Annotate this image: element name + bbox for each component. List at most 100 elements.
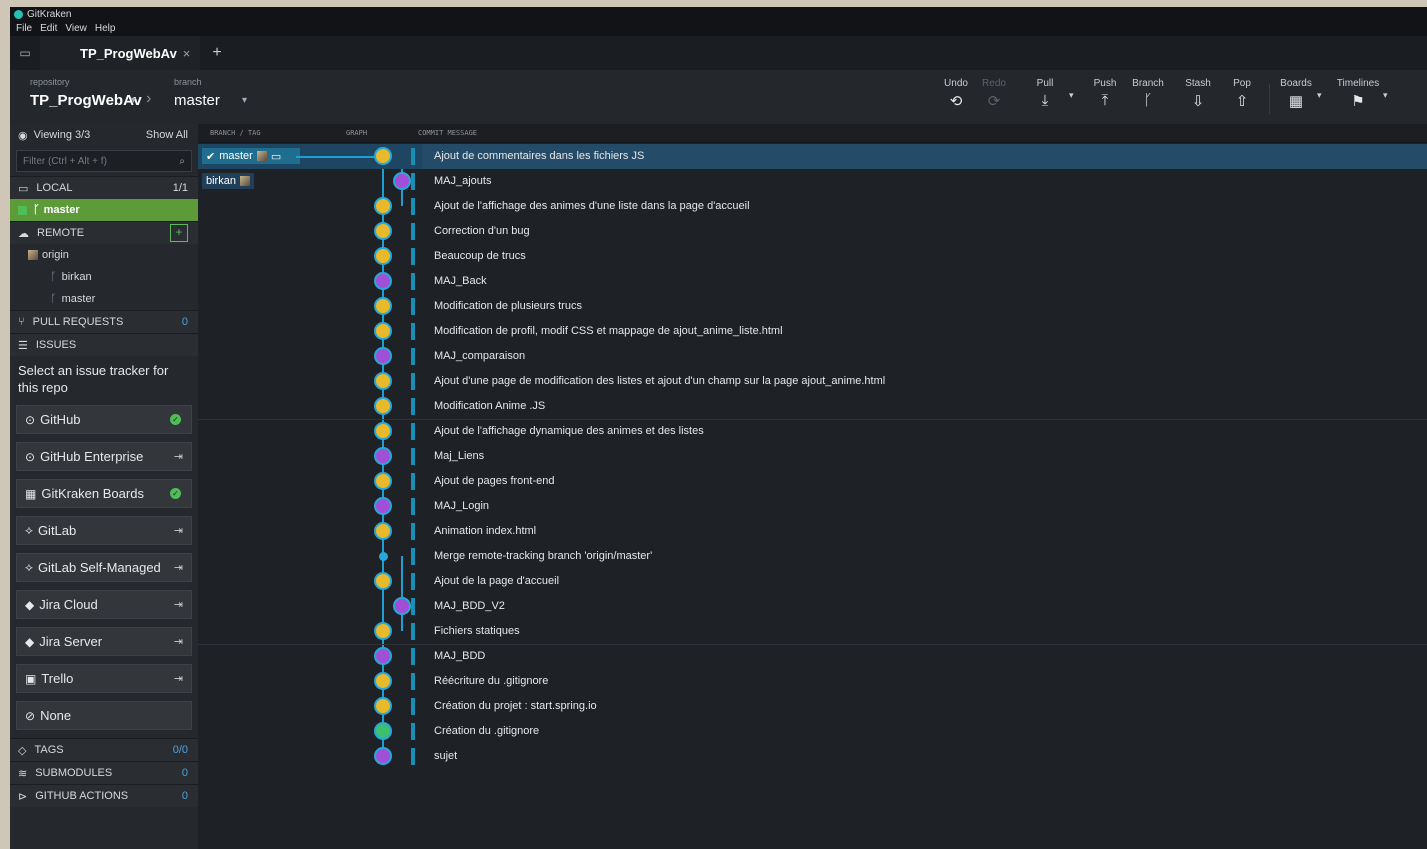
commit-avatar-node[interactable]	[374, 297, 392, 315]
commit-avatar-node[interactable]	[374, 372, 392, 390]
commit-avatar-node[interactable]	[374, 197, 392, 215]
commit-row[interactable]: Modification Anime .JS	[198, 394, 1427, 419]
chevron-down-icon[interactable]: ▾	[242, 95, 247, 106]
menu-edit[interactable]: Edit	[40, 23, 57, 34]
folder-icon[interactable]: ▭	[10, 46, 40, 60]
commit-row[interactable]: Ajout de la page d'accueil	[198, 569, 1427, 594]
ref-birkan[interactable]: birkan	[202, 173, 254, 189]
commit-avatar-node[interactable]	[374, 347, 392, 365]
branch-selector[interactable]: master	[174, 92, 220, 109]
remote-origin[interactable]: origin	[10, 244, 198, 266]
commit-avatar-node[interactable]	[374, 522, 392, 540]
commit-row[interactable]: Ajout de pages front-end	[198, 469, 1427, 494]
column-commit-message[interactable]: COMMIT MESSAGE	[418, 129, 477, 137]
commit-row[interactable]: Fichiers statiques	[198, 619, 1427, 644]
commit-row[interactable]: sujet	[198, 744, 1427, 769]
filter-input[interactable]: Filter (Ctrl + Alt + f) ⌕	[16, 150, 192, 172]
commit-avatar-node[interactable]	[374, 672, 392, 690]
tracker-github-enterprise[interactable]: ⊙ GitHub Enterprise ⇥	[16, 442, 192, 471]
commit-avatar-node[interactable]	[374, 722, 392, 740]
commit-row[interactable]: Création du projet : start.spring.io	[198, 694, 1427, 719]
column-branch-tag[interactable]: BRANCH / TAG	[210, 129, 261, 137]
commit-row[interactable]: Beaucoup de trucs	[198, 244, 1427, 269]
stash-button[interactable]: Stash ⇩	[1178, 78, 1218, 110]
commit-avatar-node[interactable]	[374, 422, 392, 440]
commit-row[interactable]: MAJ_Login	[198, 494, 1427, 519]
commit-row[interactable]: Animation index.html	[198, 519, 1427, 544]
commit-avatar-node[interactable]	[374, 222, 392, 240]
tracker-none[interactable]: ⊘ None	[16, 701, 192, 730]
commit-avatar-node[interactable]	[393, 172, 411, 190]
tags-section-header[interactable]: ◇ TAGS 0/0	[10, 738, 198, 761]
tab-repository[interactable]: TP_ProgWebAv ×	[40, 36, 201, 70]
redo-button[interactable]: Redo ⟳	[974, 78, 1014, 110]
commit-avatar-node[interactable]	[374, 247, 392, 265]
commit-avatar-node[interactable]	[374, 497, 392, 515]
commit-row[interactable]: Merge remote-tracking branch 'origin/mas…	[198, 544, 1427, 569]
commit-row[interactable]: MAJ_BDD	[198, 644, 1427, 669]
local-section-header[interactable]: ▭ LOCAL 1/1	[10, 176, 198, 199]
menu-file[interactable]: File	[16, 23, 32, 34]
commit-avatar-node[interactable]	[374, 747, 392, 765]
tracker-github[interactable]: ⊙ GitHub ✓	[16, 405, 192, 434]
repository-selector[interactable]: TP_ProgWebAv	[30, 92, 142, 109]
commit-row[interactable]: Ajout de l'affichage dynamique des anime…	[198, 419, 1427, 444]
timelines-button[interactable]: Timelines ⚑	[1332, 78, 1384, 110]
commit-avatar-node[interactable]	[374, 397, 392, 415]
tab-close-icon[interactable]: ×	[183, 46, 191, 61]
commit-row[interactable]: Maj_Liens	[198, 444, 1427, 469]
remote-section-header[interactable]: ☁ REMOTE +	[10, 221, 198, 244]
pop-button[interactable]: Pop ⇧	[1222, 78, 1262, 110]
branch-button[interactable]: Branch ᚴ	[1128, 78, 1168, 109]
remote-branch-birkan[interactable]: ᚴ birkan	[10, 266, 198, 288]
commit-row[interactable]: Ajout de commentaires dans les fichiers …	[198, 144, 1427, 169]
commit-row[interactable]: Ajout d'une page de modification des lis…	[198, 369, 1427, 394]
tracker-gitlab-self-managed[interactable]: ⟡ GitLab Self-Managed ⇥	[16, 553, 192, 582]
chevron-down-icon[interactable]: ▾	[131, 95, 136, 106]
pull-options-chevron-icon[interactable]: ▾	[1069, 90, 1074, 101]
commit-avatar-node[interactable]	[374, 472, 392, 490]
new-tab-icon[interactable]: +	[200, 44, 221, 62]
undo-button[interactable]: Undo ⟲	[936, 78, 976, 110]
commit-row[interactable]: MAJ_BDD_V2	[198, 594, 1427, 619]
commit-avatar-node[interactable]	[374, 572, 392, 590]
add-remote-button[interactable]: +	[170, 224, 188, 242]
issues-section-header[interactable]: ☰ ISSUES	[10, 333, 198, 356]
commit-avatar-node[interactable]	[393, 597, 411, 615]
github-actions-section-header[interactable]: ⊳ GITHUB ACTIONS 0	[10, 784, 198, 807]
boards-button[interactable]: Boards ▦	[1276, 78, 1316, 110]
merge-node[interactable]	[379, 552, 388, 561]
commit-row[interactable]: Modification de profil, modif CSS et map…	[198, 319, 1427, 344]
push-button[interactable]: Push ⤒	[1085, 78, 1125, 109]
commit-avatar-node[interactable]	[374, 647, 392, 665]
show-all-button[interactable]: Show All	[146, 129, 188, 141]
pull-requests-section-header[interactable]: ⑂ PULL REQUESTS 0	[10, 310, 198, 333]
commit-avatar-node[interactable]	[374, 447, 392, 465]
pull-button[interactable]: Pull ⤓	[1025, 78, 1065, 109]
tracker-trello[interactable]: ▣ Trello ⇥	[16, 664, 192, 693]
commit-avatar-node[interactable]	[374, 272, 392, 290]
remote-branch-master[interactable]: ᚴ master	[10, 288, 198, 310]
commit-avatar-node[interactable]	[374, 697, 392, 715]
commit-row[interactable]: MAJ_Back	[198, 269, 1427, 294]
commit-row[interactable]: Correction d'un bug	[198, 219, 1427, 244]
commit-row[interactable]: Modification de plusieurs trucs	[198, 294, 1427, 319]
commit-row[interactable]: Réécriture du .gitignore	[198, 669, 1427, 694]
commit-row[interactable]: Création du .gitignore	[198, 719, 1427, 744]
commit-row[interactable]: Ajout de l'affichage des animes d'une li…	[198, 194, 1427, 219]
ref-master[interactable]: ✔ master ▭	[202, 148, 300, 164]
local-branch-master[interactable]: ᚴ master	[10, 199, 198, 221]
submodules-section-header[interactable]: ≋ SUBMODULES 0	[10, 761, 198, 784]
tracker-jira-cloud[interactable]: ◆ Jira Cloud ⇥	[16, 590, 192, 619]
commit-row[interactable]: MAJ_ajouts	[198, 169, 1427, 194]
tracker-jira-server[interactable]: ◆ Jira Server ⇥	[16, 627, 192, 656]
commit-avatar-node[interactable]	[374, 322, 392, 340]
menu-help[interactable]: Help	[95, 23, 116, 34]
tracker-gitkraken-boards[interactable]: ▦ GitKraken Boards ✓	[16, 479, 192, 508]
commit-avatar-node[interactable]	[374, 622, 392, 640]
boards-chevron-icon[interactable]: ▾	[1317, 90, 1322, 101]
timelines-chevron-icon[interactable]: ▾	[1383, 90, 1388, 101]
menu-view[interactable]: View	[65, 23, 87, 34]
commit-avatar-node[interactable]	[374, 147, 392, 165]
tracker-gitlab[interactable]: ⟡ GitLab ⇥	[16, 516, 192, 545]
